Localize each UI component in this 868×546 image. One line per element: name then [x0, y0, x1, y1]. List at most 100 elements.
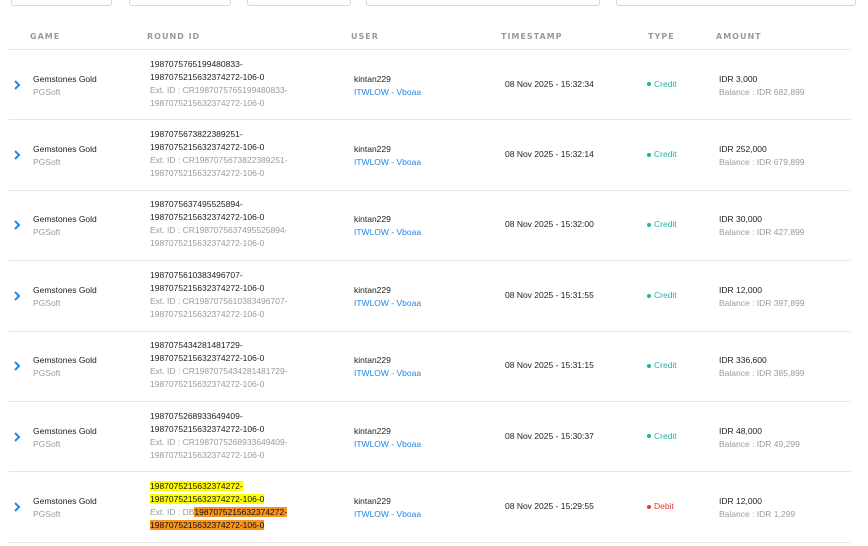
round-id-cell: 1987075434281481729- 1987075215632374272…: [150, 339, 350, 391]
balance-value: Balance : IDR 385,899: [719, 368, 805, 379]
user-cell: kintan229 ITWLOW - Vboaa: [354, 143, 421, 169]
game-name: Gemstones Gold: [33, 73, 97, 84]
type-label: Credit: [654, 78, 677, 89]
status-dot-icon: [647, 223, 651, 228]
chevron-right-icon[interactable]: [12, 79, 24, 91]
filter-field[interactable]: [11, 0, 112, 6]
round-id-line: 1987075268933649409-: [150, 410, 243, 421]
username: kintan229: [354, 144, 391, 155]
column-header-user[interactable]: USER: [351, 32, 379, 41]
username: kintan229: [354, 73, 391, 84]
type-badge: Credit: [647, 79, 677, 89]
column-header-type[interactable]: TYPE: [648, 32, 675, 41]
chevron-right-icon[interactable]: [12, 501, 24, 513]
round-id-line: 1987075765199480833-: [150, 58, 243, 69]
timestamp: 08 Nov 2025 - 15:31:55: [505, 289, 594, 300]
amount-cell: IDR 12,000 Balance : IDR 1,299: [719, 495, 795, 521]
username: kintan229: [354, 214, 391, 225]
user-cell: kintan229 ITWLOW - Vboaa: [354, 354, 421, 380]
amount-value: IDR 12,000: [719, 284, 762, 295]
game-cell: Gemstones Gold PGSoft: [33, 425, 97, 451]
filter-field[interactable]: [129, 0, 231, 6]
chevron-right-icon[interactable]: [12, 290, 24, 302]
game-name: Gemstones Gold: [33, 355, 97, 366]
balance-value: Balance : IDR 679,899: [719, 157, 805, 168]
type-label: Credit: [654, 219, 677, 230]
game-cell: Gemstones Gold PGSoft: [33, 495, 97, 521]
table-row[interactable]: Gemstones Gold PGSoft 198707563749552589…: [9, 191, 851, 262]
ext-id-line: 1987075215632374272-106-0: [150, 449, 265, 460]
type-badge: Credit: [647, 149, 677, 159]
amount-value: IDR 12,000: [719, 496, 762, 507]
transactions-table: GAME ROUND ID USER TIMESTAMP TYPE AMOUNT…: [9, 24, 851, 543]
amount-value: IDR 30,000: [719, 214, 762, 225]
game-provider: PGSoft: [33, 157, 61, 168]
table-row[interactable]: Gemstones Gold PGSoft 198707567382238925…: [9, 120, 851, 191]
amount-cell: IDR 336,600 Balance : IDR 385,899: [719, 354, 805, 380]
type-label: Credit: [654, 149, 677, 160]
table-row[interactable]: Gemstones Gold PGSoft 198707543428148172…: [9, 332, 851, 402]
chevron-right-icon[interactable]: [12, 149, 24, 161]
ext-id-highlighted: 1987075215632374272-106-0: [150, 520, 265, 531]
filter-field[interactable]: [247, 0, 351, 6]
column-header-timestamp[interactable]: TIMESTAMP: [501, 32, 562, 41]
amount-cell: IDR 252,000 Balance : IDR 679,899: [719, 143, 805, 169]
username: kintan229: [354, 355, 391, 366]
game-cell: Gemstones Gold PGSoft: [33, 284, 97, 310]
game-provider: PGSoft: [33, 227, 61, 238]
round-id-cell: 1987075268933649409- 1987075215632374272…: [150, 410, 350, 462]
timestamp: 08 Nov 2025 - 15:31:15: [505, 360, 594, 371]
column-header-game[interactable]: GAME: [30, 32, 60, 41]
timestamp: 08 Nov 2025 - 15:32:34: [505, 78, 594, 89]
game-name: Gemstones Gold: [33, 214, 97, 225]
chevron-right-icon[interactable]: [12, 219, 24, 231]
round-id-line: 1987075610383496707-: [150, 269, 243, 280]
game-name: Gemstones Gold: [33, 144, 97, 155]
status-dot-icon: [647, 82, 651, 87]
agent-link[interactable]: ITWLOW - Vboaa: [354, 86, 421, 99]
ext-id-line: Ext. ID : CR1987075434281481729-: [150, 366, 288, 377]
agent-link[interactable]: ITWLOW - Vboaa: [354, 297, 421, 310]
round-id-cell: 1987075765199480833- 1987075215632374272…: [150, 58, 350, 110]
agent-link[interactable]: ITWLOW - Vboaa: [354, 438, 421, 451]
round-id-line: 1987075637495525894-: [150, 199, 243, 210]
column-header-round-id[interactable]: ROUND ID: [147, 32, 200, 41]
type-label: Credit: [654, 430, 677, 441]
table-row[interactable]: Gemstones Gold PGSoft 198707526893364940…: [9, 402, 851, 473]
ext-id-line: Ext. ID : CR1987075637495525894-: [150, 225, 288, 236]
ext-id-highlighted: 1987075215632374272-: [194, 507, 288, 518]
agent-link[interactable]: ITWLOW - Vboaa: [354, 508, 421, 521]
ext-id-line: 1987075215632374272-106-0: [150, 168, 265, 179]
table-row[interactable]: Gemstones Gold PGSoft 198707561038349670…: [9, 261, 851, 332]
username: kintan229: [354, 425, 391, 436]
amount-value: IDR 3,000: [719, 73, 758, 84]
table-header: GAME ROUND ID USER TIMESTAMP TYPE AMOUNT: [9, 24, 851, 50]
user-cell: kintan229 ITWLOW - Vboaa: [354, 213, 421, 239]
amount-value: IDR 48,000: [719, 425, 762, 436]
game-name: Gemstones Gold: [33, 496, 97, 507]
agent-link[interactable]: ITWLOW - Vboaa: [354, 156, 421, 169]
table-row[interactable]: Gemstones Gold PGSoft 198707576519948083…: [9, 50, 851, 121]
agent-link[interactable]: ITWLOW - Vboaa: [354, 226, 421, 239]
round-id-line: 1987075215632374272-106-0: [150, 71, 265, 82]
filter-field[interactable]: [366, 0, 600, 6]
agent-link[interactable]: ITWLOW - Vboaa: [354, 367, 421, 380]
amount-cell: IDR 30,000 Balance : IDR 427,899: [719, 213, 805, 239]
table-row[interactable]: Gemstones Gold PGSoft 198707521563237427…: [9, 472, 851, 543]
balance-value: Balance : IDR 49,299: [719, 438, 800, 449]
status-dot-icon: [647, 152, 651, 157]
status-dot-icon: [647, 364, 651, 368]
ext-id-line: 1987075215632374272-106-0: [150, 97, 265, 108]
filter-field[interactable]: [616, 0, 856, 6]
round-id-line: 1987075215632374272-106-0: [150, 423, 265, 434]
game-cell: Gemstones Gold PGSoft: [33, 354, 97, 380]
type-badge: Credit: [647, 219, 677, 229]
column-header-amount[interactable]: AMOUNT: [716, 32, 762, 41]
ext-id-line: 1987075215632374272-106-0: [150, 238, 265, 249]
chevron-right-icon[interactable]: [12, 360, 24, 372]
game-name: Gemstones Gold: [33, 284, 97, 295]
game-provider: PGSoft: [33, 297, 61, 308]
chevron-right-icon[interactable]: [12, 431, 24, 443]
game-cell: Gemstones Gold PGSoft: [33, 143, 97, 169]
ext-id-prefix: Ext. ID : DB: [150, 507, 195, 518]
